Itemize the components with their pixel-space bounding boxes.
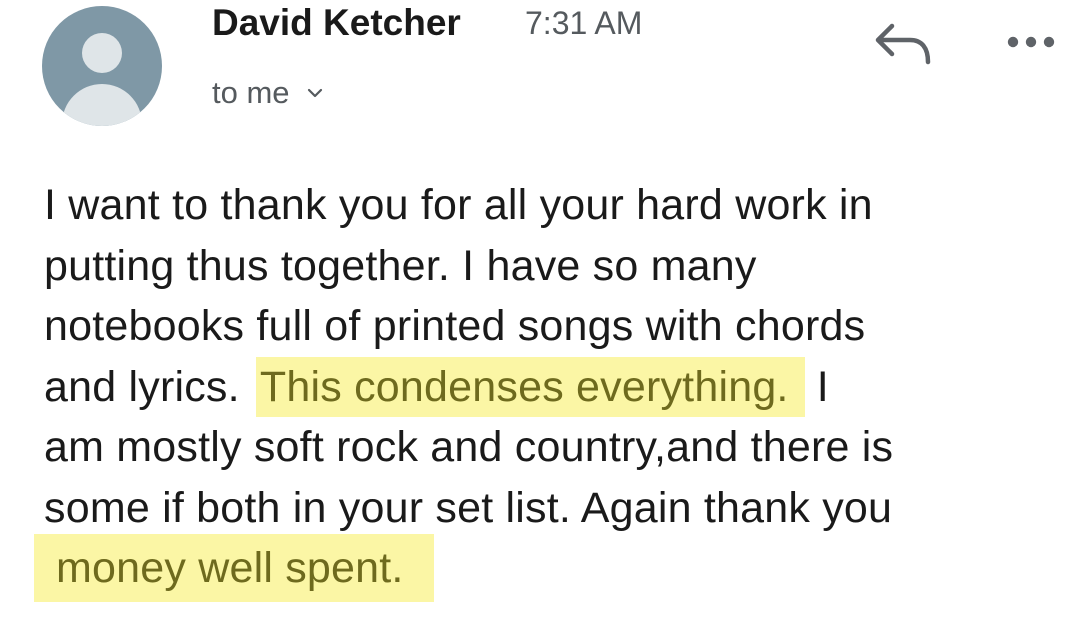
body-line: notebooks full of printed songs with cho… (44, 302, 866, 350)
body-line: I want to thank you for all your hard wo… (44, 181, 873, 229)
chevron-down-icon (307, 88, 322, 98)
reply-arrow-icon (875, 23, 931, 65)
body-line-with-highlight: and lyrics. This condenses everything. I (44, 356, 1064, 418)
avatar-body-shape (62, 84, 142, 126)
highlighted-text: This condenses everything. (255, 356, 805, 417)
reply-button[interactable] (870, 16, 938, 72)
sender-name[interactable]: David Ketcher (212, 2, 461, 44)
email-timestamp: 7:31 AM (525, 5, 643, 41)
body-line: some if both in your set list. Again tha… (44, 483, 893, 532)
avatar-head-shape (82, 33, 122, 73)
recipient-toggle[interactable]: to me (212, 75, 326, 111)
email-body: I want to thank you for all your hard wo… (34, 175, 1064, 602)
highlighted-text: money well spent. (34, 534, 434, 602)
more-options-button[interactable] (1003, 24, 1063, 60)
sender-avatar[interactable] (42, 6, 162, 126)
body-line-highlight: money well spent. (34, 534, 1064, 602)
email-header: David Ketcher 7:31 AM to me (0, 0, 1080, 140)
more-horizontal-icon (1007, 36, 1055, 48)
body-line: putting thus together. I have so many (44, 241, 757, 290)
body-text-segment: I (816, 362, 829, 411)
body-line: am mostly soft rock and country,and ther… (44, 423, 894, 471)
recipient-label: to me (212, 75, 290, 110)
body-text-segment: and lyrics. (44, 362, 240, 411)
